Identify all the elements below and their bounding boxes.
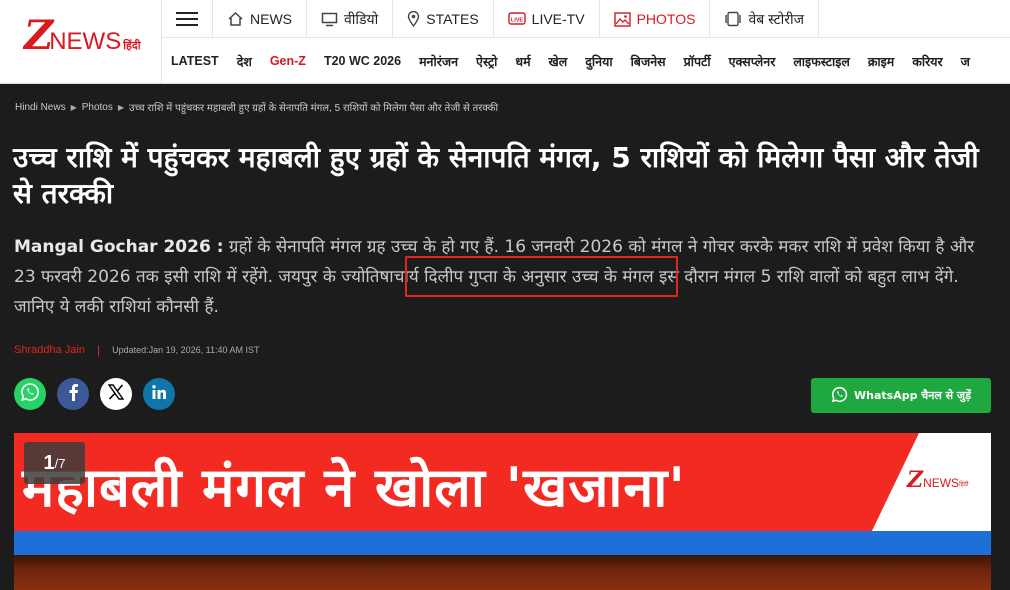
whatsapp-icon xyxy=(831,386,848,406)
secnav-manoranjan[interactable]: मनोरंजन xyxy=(410,53,467,70)
zee-news-logo[interactable]: Z NEWS हिंदी xyxy=(24,16,141,56)
secnav-duniya[interactable]: दुनिया xyxy=(576,53,621,70)
secnav-desh[interactable]: देश xyxy=(228,53,261,70)
facebook-share-button[interactable] xyxy=(57,378,89,410)
topnav-states[interactable]: STATES xyxy=(393,0,494,38)
topnav-web-stories-label: वेब स्टोरीज xyxy=(748,10,804,27)
highlight-box xyxy=(405,256,678,297)
secnav-career[interactable]: करियर xyxy=(903,53,951,70)
whatsapp-channel-button[interactable]: WhatsApp चैनल से जुड़ें xyxy=(811,378,991,413)
topnav-video-label: वीडियो xyxy=(344,10,379,27)
home-icon xyxy=(227,11,244,27)
breadcrumb-arrow-icon: ▶ xyxy=(70,102,77,112)
breadcrumb-arrow-icon: ▶ xyxy=(117,102,125,112)
byline-separator: | xyxy=(96,343,101,357)
site-header: Z NEWS हिंदी NEWS वीडियो STATES LIVE LIV… xyxy=(0,0,1010,84)
breadcrumb-home[interactable]: Hindi News xyxy=(15,102,66,113)
gallery-counter: 1 /7 xyxy=(24,442,85,484)
watermark-z: Z xyxy=(907,467,924,493)
topnav-web-stories[interactable]: वेब स्टोरीज xyxy=(710,0,819,38)
breadcrumb-current: उच्च राशि में पहुंचकर महाबली हुए ग्रहों … xyxy=(129,103,499,114)
menu-button[interactable] xyxy=(162,0,213,38)
logo-news: NEWS xyxy=(49,28,122,55)
image-blue-band xyxy=(14,531,991,555)
topnav-photos[interactable]: PHOTOS xyxy=(600,0,711,38)
linkedin-share-button[interactable] xyxy=(143,378,175,410)
secnav-gen-z[interactable]: Gen-Z xyxy=(261,54,315,68)
secnav-more[interactable]: ज xyxy=(952,53,979,70)
article-title: उच्च राशि में पहुंचकर महाबली हुए ग्रहों … xyxy=(13,141,979,210)
secnav-property[interactable]: प्रॉपर्टी xyxy=(675,53,720,70)
secnav-business[interactable]: बिजनेस xyxy=(622,53,675,70)
secnav-astro[interactable]: ऐस्ट्रो xyxy=(467,53,506,70)
whatsapp-channel-label: WhatsApp चैनल से जुड़ें xyxy=(854,389,971,402)
topnav-live-tv[interactable]: LIVE LIVE-TV xyxy=(494,0,600,38)
svg-text:LIVE: LIVE xyxy=(511,18,524,24)
topnav-news[interactable]: NEWS xyxy=(213,0,307,38)
section-navigation: LATEST देश Gen-Z T20 WC 2026 मनोरंजन ऐस्… xyxy=(162,39,1010,83)
x-icon xyxy=(107,384,125,404)
author-name[interactable]: Shraddha Jain xyxy=(14,344,85,356)
monitor-icon xyxy=(321,12,338,27)
image-fire-area xyxy=(14,555,991,590)
linkedin-icon xyxy=(151,384,167,404)
hamburger-icon xyxy=(176,12,198,26)
image-watermark-logo: Z NEWS हिंदी xyxy=(907,469,969,491)
updated-timestamp: Updated:Jan 19, 2026, 11:40 AM IST xyxy=(112,345,260,355)
byline: Shraddha Jain | Updated:Jan 19, 2026, 11… xyxy=(14,343,260,357)
whatsapp-share-button[interactable] xyxy=(14,378,46,410)
watermark-hindi: हिंदी xyxy=(959,481,969,488)
x-share-button[interactable] xyxy=(100,378,132,410)
top-navigation: NEWS वीडियो STATES LIVE LIVE-TV PHOTOS व… xyxy=(162,0,1010,38)
image-headline: महाबली मंगल ने खोला 'खजाना' xyxy=(22,456,686,519)
gallery-current: 1 xyxy=(43,451,55,474)
location-pin-icon xyxy=(407,11,420,27)
gallery-total: /7 xyxy=(54,455,66,471)
facebook-icon xyxy=(67,383,79,405)
secnav-crime[interactable]: क्राइम xyxy=(859,53,903,70)
topnav-states-label: STATES xyxy=(426,11,479,27)
whatsapp-icon xyxy=(20,382,40,406)
topnav-news-label: NEWS xyxy=(250,11,292,27)
secnav-t20-wc[interactable]: T20 WC 2026 xyxy=(315,54,410,68)
logo-container[interactable]: Z NEWS हिंदी xyxy=(0,0,162,84)
secnav-khel[interactable]: खेल xyxy=(540,53,577,70)
summary-lead: Mangal Gochar 2026 : xyxy=(14,237,224,257)
secnav-latest[interactable]: LATEST xyxy=(162,54,228,68)
breadcrumb-section[interactable]: Photos xyxy=(82,102,113,113)
live-tv-icon: LIVE xyxy=(507,12,526,26)
share-bar xyxy=(14,378,175,410)
watermark-news: NEWS xyxy=(923,476,960,490)
topnav-video[interactable]: वीडियो xyxy=(307,0,394,38)
gallery-image[interactable]: महाबली मंगल ने खोला 'खजाना' Z NEWS हिंदी… xyxy=(14,433,991,590)
logo-hindi: हिंदी xyxy=(123,39,141,52)
web-stories-icon xyxy=(724,11,742,27)
secnav-dharm[interactable]: धर्म xyxy=(506,53,539,70)
secnav-lifestyle[interactable]: लाइफस्टाइल xyxy=(784,53,859,70)
breadcrumb: Hindi News ▶ Photos ▶ उच्च राशि में पहुं… xyxy=(15,100,499,115)
topnav-photos-label: PHOTOS xyxy=(636,11,696,27)
topnav-live-tv-label: LIVE-TV xyxy=(531,11,585,27)
photo-icon xyxy=(613,11,631,27)
secnav-explainer[interactable]: एक्सप्लेनर xyxy=(720,53,785,70)
